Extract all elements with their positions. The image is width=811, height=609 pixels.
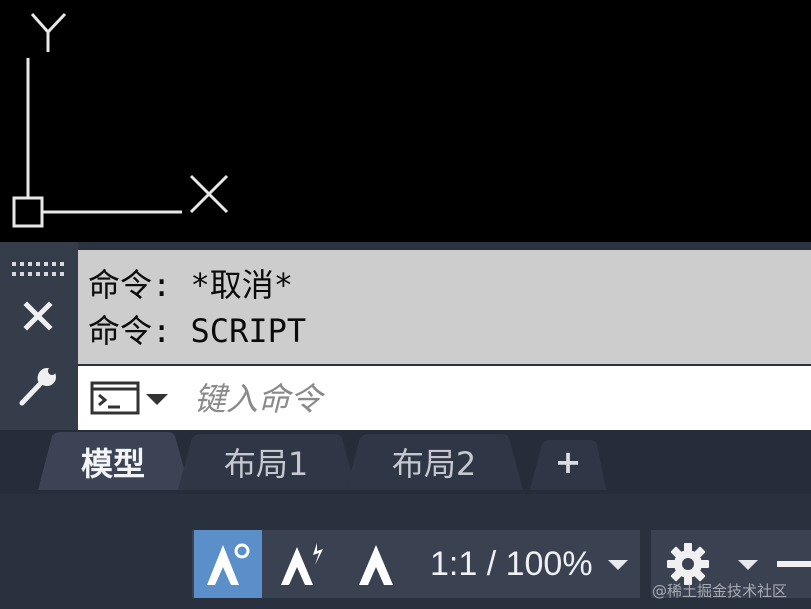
terminal-icon xyxy=(90,381,140,415)
close-command-button[interactable] xyxy=(10,292,66,340)
add-layout-button[interactable]: + xyxy=(540,434,596,490)
drawing-canvas[interactable] xyxy=(0,0,811,242)
history-line: 命令: SCRIPT xyxy=(88,312,307,350)
recent-commands-button[interactable] xyxy=(90,380,172,416)
tab-layout1[interactable]: 布局1 xyxy=(196,434,336,490)
command-input-row xyxy=(78,366,811,430)
command-history: 命令: *取消* 命令: SCRIPT xyxy=(78,250,811,364)
scale-dropdown-button[interactable] xyxy=(600,530,636,598)
grip-icon[interactable] xyxy=(12,262,70,278)
ucs-icon xyxy=(12,12,229,228)
annotation-visibility-button[interactable] xyxy=(194,530,262,598)
annotation-scale-button[interactable] xyxy=(342,530,410,598)
wrench-icon xyxy=(19,367,56,406)
chevron-down-icon xyxy=(738,560,758,570)
history-line: 命令: *取消* xyxy=(88,266,294,304)
auto-scale-button[interactable] xyxy=(268,530,336,598)
customize-button[interactable] xyxy=(10,362,66,410)
annotation-visibility-icon xyxy=(207,543,250,585)
chevron-down-icon xyxy=(146,394,168,405)
tab-model[interactable]: 模型 xyxy=(52,434,174,490)
chevron-down-icon xyxy=(608,560,628,570)
annotation-scale-icon xyxy=(359,545,393,585)
watermark: @稀土掘金技术社区 xyxy=(652,582,788,600)
layout-tab-bar: 模型 布局1 布局2 + xyxy=(0,430,811,494)
annotation-scale-value[interactable]: 1:1 / 100% xyxy=(430,530,593,598)
tab-layout2[interactable]: 布局2 xyxy=(364,434,504,490)
plus-icon: + xyxy=(554,443,582,481)
minus-icon xyxy=(777,561,811,567)
close-icon xyxy=(23,301,53,331)
command-input[interactable] xyxy=(192,374,796,424)
auto-scale-icon xyxy=(281,543,323,585)
